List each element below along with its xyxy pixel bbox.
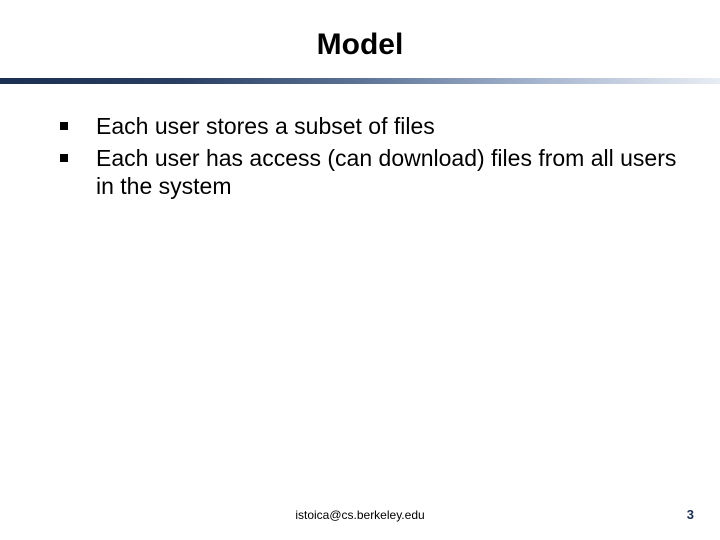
bullet-icon <box>60 122 68 130</box>
slide-content: Each user stores a subset of files Each … <box>0 84 720 200</box>
slide: Model Each user stores a subset of files… <box>0 0 720 540</box>
bullet-text: Each user has access (can download) file… <box>96 144 680 200</box>
slide-title: Model <box>0 0 720 74</box>
bullet-icon <box>60 154 68 162</box>
bullet-item: Each user has access (can download) file… <box>60 144 680 200</box>
footer-email: istoica@cs.berkeley.edu <box>0 508 720 522</box>
footer-page-number: 3 <box>687 507 694 522</box>
bullet-item: Each user stores a subset of files <box>60 112 680 140</box>
bullet-text: Each user stores a subset of files <box>96 112 680 140</box>
